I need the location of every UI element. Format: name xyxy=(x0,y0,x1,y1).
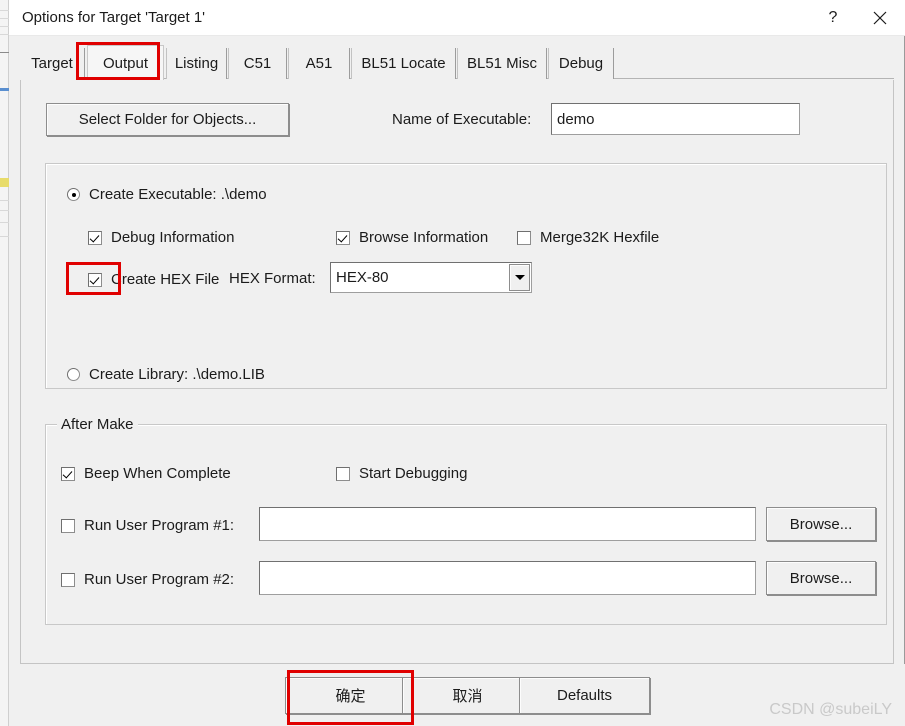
name-of-executable-input[interactable]: demo xyxy=(551,103,800,135)
checkbox-indicator xyxy=(88,272,102,287)
hex-format-select[interactable]: HEX-80 xyxy=(330,262,532,293)
checkbox-indicator xyxy=(336,466,350,481)
checkbox-indicator xyxy=(336,230,350,245)
checkbox-label: Beep When Complete xyxy=(84,465,231,482)
radio-label: Create Executable: .\demo xyxy=(89,186,267,203)
tab-a51[interactable]: A51 xyxy=(288,48,350,79)
tab-target[interactable]: Target xyxy=(20,48,85,79)
help-button[interactable]: ? xyxy=(810,0,856,36)
checkbox-indicator xyxy=(517,230,531,245)
checkbox-indicator xyxy=(61,518,75,533)
tab-label: Output xyxy=(102,54,149,72)
checkbox-label: Debug Information xyxy=(111,229,235,246)
options-dialog: Options for Target 'Target 1' ? Target O… xyxy=(9,0,905,726)
tab-label: BL51 Locate xyxy=(361,55,446,72)
close-button[interactable] xyxy=(857,0,903,36)
run-user-program-2-checkbox[interactable]: Run User Program #2: xyxy=(61,571,234,588)
after-make-group-title: After Make xyxy=(57,416,138,433)
tab-label: Debug xyxy=(558,55,604,72)
button-label: 取消 xyxy=(452,688,483,705)
checkbox-indicator xyxy=(61,572,75,587)
radio-indicator xyxy=(67,188,80,201)
tab-label: A51 xyxy=(305,55,333,72)
hex-format-label: HEX Format: xyxy=(229,270,316,287)
tab-c51[interactable]: C51 xyxy=(228,48,287,79)
browse-1-button[interactable]: Browse... xyxy=(766,507,876,541)
tab-label: C51 xyxy=(243,55,272,72)
tab-debug[interactable]: Debug xyxy=(548,48,614,79)
radio-label: Create Library: .\demo.LIB xyxy=(89,366,265,383)
button-label: Defaults xyxy=(556,687,613,704)
tab-strip: Target Output Listing C51 A51 BL51 Locat… xyxy=(20,45,894,80)
tab-listing[interactable]: Listing xyxy=(166,48,227,79)
browse-information-checkbox[interactable]: Browse Information xyxy=(336,229,488,246)
dialog-title: Options for Target 'Target 1' xyxy=(22,9,206,26)
background-window-sliver xyxy=(0,0,9,726)
tab-label: BL51 Misc xyxy=(466,55,538,72)
ok-button[interactable]: 确定 xyxy=(285,677,416,714)
defaults-button[interactable]: Defaults xyxy=(519,677,650,714)
start-debugging-checkbox[interactable]: Start Debugging xyxy=(336,465,467,482)
output-tab-page: Select Folder for Objects... Name of Exe… xyxy=(20,80,894,664)
browse-2-button[interactable]: Browse... xyxy=(766,561,876,595)
tab-label: Target xyxy=(31,55,73,72)
checkbox-label: Create HEX File xyxy=(111,271,220,288)
run-user-program-1-checkbox[interactable]: Run User Program #1: xyxy=(61,517,234,534)
checkbox-indicator xyxy=(61,466,75,481)
tab-output[interactable]: Output xyxy=(87,45,164,80)
debug-information-checkbox[interactable]: Debug Information xyxy=(88,229,234,246)
checkbox-label: Run User Program #1: xyxy=(84,517,235,534)
cancel-button[interactable]: 取消 xyxy=(402,677,533,714)
button-label: Select Folder for Objects... xyxy=(78,111,257,128)
checkbox-label: Browse Information xyxy=(359,229,489,246)
run-user-program-1-input[interactable] xyxy=(259,507,756,541)
tab-bl51-locate[interactable]: BL51 Locate xyxy=(351,48,456,79)
beep-when-complete-checkbox[interactable]: Beep When Complete xyxy=(61,465,231,482)
checkbox-label: Run User Program #2: xyxy=(84,571,235,588)
select-folder-for-objects-button[interactable]: Select Folder for Objects... xyxy=(46,103,289,136)
hex-format-value: HEX-80 xyxy=(336,269,389,286)
button-label: 确定 xyxy=(335,688,366,705)
dialog-titlebar: Options for Target 'Target 1' ? xyxy=(9,0,905,36)
run-user-program-2-input[interactable] xyxy=(259,561,756,595)
radio-indicator xyxy=(67,368,80,381)
tab-bl51-misc[interactable]: BL51 Misc xyxy=(457,48,547,79)
tab-label: Listing xyxy=(174,55,219,72)
question-mark-icon: ? xyxy=(828,9,838,26)
checkbox-label: Start Debugging xyxy=(359,465,468,482)
merge32k-hexfile-checkbox[interactable]: Merge32K Hexfile xyxy=(517,229,659,246)
name-of-executable-label: Name of Executable: xyxy=(392,111,532,128)
chevron-down-icon[interactable] xyxy=(509,264,530,291)
create-executable-radio[interactable]: Create Executable: .\demo xyxy=(67,186,267,203)
checkbox-label: Merge32K Hexfile xyxy=(540,229,660,246)
checkbox-indicator xyxy=(88,230,102,245)
button-label: Browse... xyxy=(789,515,853,533)
create-library-radio[interactable]: Create Library: .\demo.LIB xyxy=(67,366,265,383)
watermark-text: CSDN @subeiLY xyxy=(769,701,892,718)
create-hex-file-checkbox[interactable]: Create HEX File xyxy=(88,271,219,288)
button-label: Browse... xyxy=(789,569,853,587)
close-icon xyxy=(873,11,887,25)
